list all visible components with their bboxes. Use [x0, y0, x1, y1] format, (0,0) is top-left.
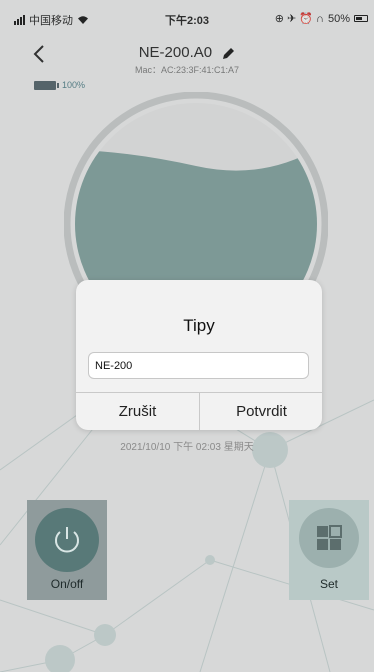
- app-screen: 中国移动 下午2:03 ⊕ ✈ ⏰ ∩ 50% NE-200.A0 Mac：AC…: [0, 0, 374, 672]
- dialog-title: Tipy: [183, 316, 215, 335]
- settings-button-circle[interactable]: [299, 508, 359, 568]
- cancel-button[interactable]: Zrušit: [76, 392, 199, 430]
- set-label: Set: [319, 577, 338, 591]
- onoff-button[interactable]: On/off: [27, 500, 107, 600]
- device-name-input[interactable]: [88, 352, 309, 379]
- settings-button[interactable]: Set: [289, 500, 369, 600]
- onoff-label: On/off: [50, 577, 84, 591]
- power-icon: [55, 527, 79, 553]
- power-button-circle[interactable]: [35, 508, 99, 572]
- device-date-time: 2021/10/10 下午 02:03 星期天: [120, 442, 254, 453]
- confirm-button[interactable]: Potvrdit: [200, 392, 322, 430]
- settings-grid-icon: [317, 525, 342, 550]
- rename-dialog: Tipy Zrušit Potvrdit: [76, 280, 322, 430]
